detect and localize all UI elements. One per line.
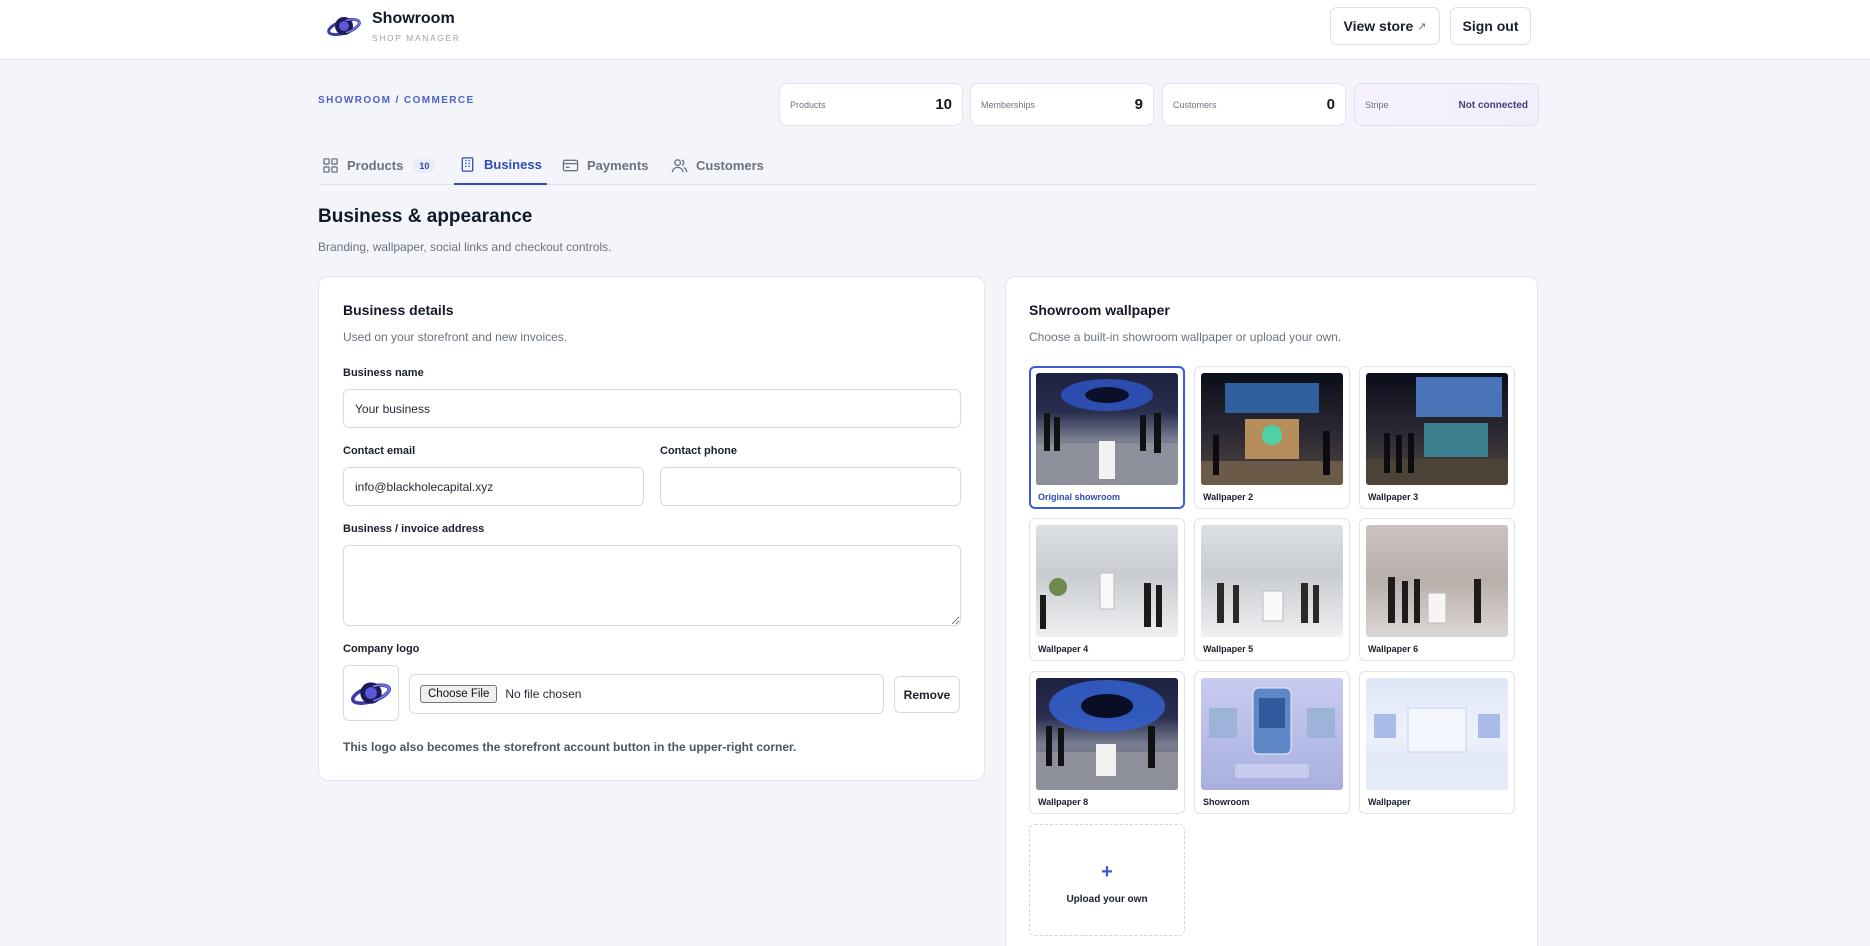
wallpaper-option-wallpaper[interactable]: Wallpaper xyxy=(1359,671,1515,814)
stat-label: Memberships xyxy=(981,100,1036,110)
logo-file-input[interactable]: Choose File No file chosen xyxy=(409,674,884,714)
top-bar: Showroom SHOP MANAGER View store ↗ Sign … xyxy=(0,0,1870,60)
stat-label: Customers xyxy=(1173,100,1217,110)
contact-phone-input[interactable] xyxy=(660,467,961,506)
stat-customers: Customers 0 xyxy=(1162,83,1346,126)
stat-label: Stripe xyxy=(1365,100,1389,110)
address-label: Business / invoice address xyxy=(343,523,485,535)
wallpaper-label: Wallpaper 2 xyxy=(1203,492,1254,502)
view-store-label: View store xyxy=(1343,18,1414,34)
business-name-input[interactable] xyxy=(343,389,961,428)
stat-value: 9 xyxy=(1134,96,1143,113)
tab-business[interactable]: Business xyxy=(454,146,547,185)
page-title: Business & appearance xyxy=(318,206,533,227)
choose-file-button[interactable]: Choose File xyxy=(420,685,498,703)
tab-label: Payments xyxy=(587,158,649,173)
tab-count-badge: 10 xyxy=(413,158,436,173)
stripe-status: Not connected xyxy=(1458,100,1528,111)
tab-customers[interactable]: Customers xyxy=(671,146,764,185)
company-logo-preview xyxy=(343,665,399,721)
credit-card-icon xyxy=(562,159,579,172)
wallpaper-option-original[interactable]: Original showroom xyxy=(1029,366,1185,509)
contact-email-input[interactable] xyxy=(343,467,644,506)
app-name: Showroom xyxy=(372,10,455,27)
tab-label: Business xyxy=(484,157,542,172)
file-status-text: No file chosen xyxy=(505,687,582,701)
wallpaper-option-6[interactable]: Wallpaper 6 xyxy=(1359,518,1515,661)
app-subtitle: SHOP MANAGER xyxy=(372,33,461,43)
grid-icon xyxy=(323,158,338,173)
external-link-icon: ↗ xyxy=(1417,20,1427,33)
wallpaper-option-showroom[interactable]: Showroom xyxy=(1194,671,1350,814)
wallpaper-option-8[interactable]: Wallpaper 8 xyxy=(1029,671,1185,814)
wallpaper-label: Wallpaper 6 xyxy=(1368,644,1419,654)
address-textarea[interactable] xyxy=(343,545,961,626)
logo-note: This logo also becomes the storefront ac… xyxy=(343,740,797,754)
stat-label: Products xyxy=(790,100,826,110)
stat-products: Products 10 xyxy=(779,83,963,126)
brand-logo-icon[interactable] xyxy=(326,10,362,42)
page-subtitle: Branding, wallpaper, social links and ch… xyxy=(318,240,612,254)
wallpaper-thumbnail xyxy=(1366,525,1508,637)
breadcrumb: SHOWROOM / COMMERCE xyxy=(318,95,475,106)
business-name-label: Business name xyxy=(343,367,424,379)
wallpaper-label: Wallpaper 4 xyxy=(1038,644,1089,654)
stat-value: 0 xyxy=(1326,96,1335,113)
wallpaper-thumbnail xyxy=(1036,373,1178,485)
tab-products[interactable]: Products 10 xyxy=(322,146,436,185)
company-logo-label: Company logo xyxy=(343,643,420,655)
sign-out-button[interactable]: Sign out xyxy=(1450,7,1531,45)
wallpaper-thumbnail xyxy=(1201,373,1343,485)
tab-label: Customers xyxy=(696,158,764,173)
wallpaper-label: Original showroom xyxy=(1038,492,1121,502)
tab-payments[interactable]: Payments xyxy=(562,146,648,185)
stat-value: 10 xyxy=(935,96,952,113)
plus-icon: + xyxy=(1101,861,1113,883)
remove-logo-button[interactable]: Remove xyxy=(894,676,960,713)
wallpaper-thumbnail xyxy=(1201,678,1343,790)
wallpaper-label: Showroom xyxy=(1203,797,1250,807)
wallpaper-label: Wallpaper 3 xyxy=(1368,492,1419,502)
wallpaper-label: Wallpaper xyxy=(1368,797,1411,807)
stat-stripe: Stripe Not connected xyxy=(1354,83,1539,126)
building-icon xyxy=(461,157,474,172)
wallpaper-card-subtitle: Choose a built-in showroom wallpaper or … xyxy=(1029,330,1342,344)
wallpaper-thumbnail xyxy=(1201,525,1343,637)
wallpaper-label: Wallpaper 8 xyxy=(1038,797,1089,807)
contact-email-label: Contact email xyxy=(343,445,416,457)
company-logo-icon xyxy=(351,682,391,705)
tab-bar: Products 10 Business Payments Customers xyxy=(318,146,1538,185)
wallpaper-label: Wallpaper 5 xyxy=(1203,644,1254,654)
upload-label: Upload your own xyxy=(1066,894,1148,905)
users-icon xyxy=(671,159,688,173)
wallpaper-thumbnail xyxy=(1036,678,1178,790)
upload-wallpaper-button[interactable]: + Upload your own xyxy=(1029,824,1185,936)
business-card-title: Business details xyxy=(343,302,454,318)
wallpaper-option-3[interactable]: Wallpaper 3 xyxy=(1359,366,1515,509)
wallpaper-card-title: Showroom wallpaper xyxy=(1029,302,1170,318)
wallpaper-thumbnail xyxy=(1036,525,1178,637)
wallpaper-thumbnail xyxy=(1366,373,1508,485)
wallpaper-option-4[interactable]: Wallpaper 4 xyxy=(1029,518,1185,661)
wallpaper-option-5[interactable]: Wallpaper 5 xyxy=(1194,518,1350,661)
tab-label: Products xyxy=(347,158,404,173)
wallpaper-option-2[interactable]: Wallpaper 2 xyxy=(1194,366,1350,509)
contact-phone-label: Contact phone xyxy=(660,445,737,457)
wallpaper-thumbnail xyxy=(1366,678,1508,790)
stat-memberships: Memberships 9 xyxy=(970,83,1154,126)
business-card-subtitle: Used on your storefront and new invoices… xyxy=(343,330,568,344)
view-store-button[interactable]: View store ↗ xyxy=(1330,7,1440,45)
